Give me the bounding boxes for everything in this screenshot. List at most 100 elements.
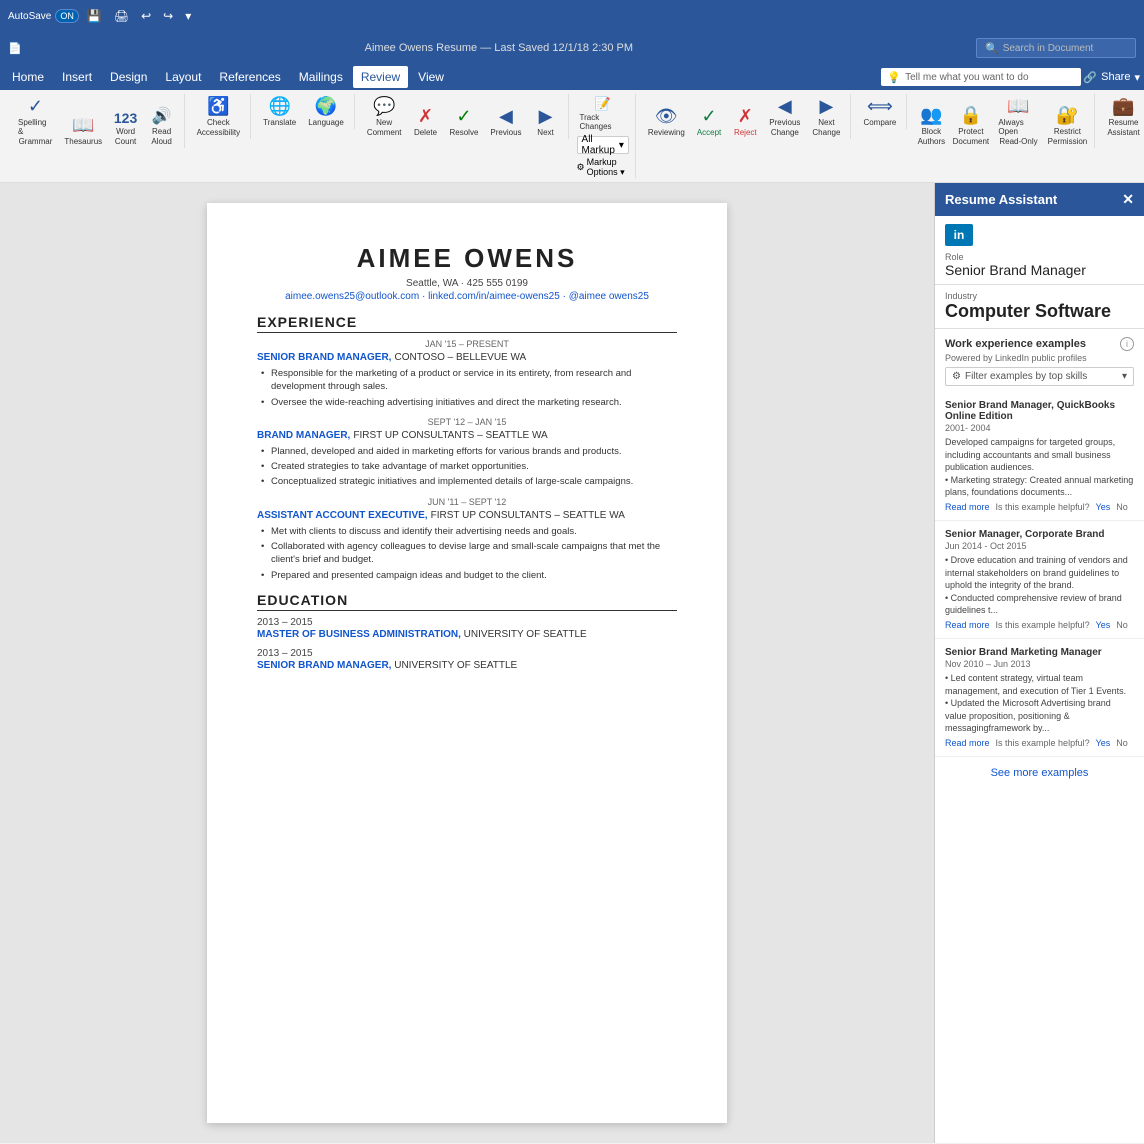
resume-name: AIMEE OWENS xyxy=(257,243,677,274)
experience-section-title: EXPERIENCE xyxy=(257,314,677,333)
menu-layout[interactable]: Layout xyxy=(157,66,209,88)
menu-insert[interactable]: Insert xyxy=(54,66,100,88)
next-comment-btn[interactable]: ▶ Next xyxy=(530,104,562,139)
job2-bullet1: Planned, developed and aided in marketin… xyxy=(271,445,677,458)
job3-title: ASSISTANT ACCOUNT EXECUTIVE, xyxy=(257,510,428,521)
menu-references[interactable]: References xyxy=(211,66,288,88)
customize-icon[interactable]: ▾ xyxy=(181,7,195,25)
job1-company: CONTOSO – BELLEVUE WA xyxy=(395,352,527,363)
new-comment-btn[interactable]: 💬 New Comment xyxy=(363,94,406,139)
job1-title: SENIOR BRAND MANAGER, xyxy=(257,352,391,363)
exp-card-2-read-more[interactable]: Read more xyxy=(945,620,990,630)
resume-assistant-ribbon-btn[interactable]: 💼 Resume Assistant xyxy=(1103,94,1143,139)
job3-company: FIRST UP CONSULTANTS – SEATTLE WA xyxy=(431,510,625,521)
track-changes-btn[interactable]: 📝 Track Changes xyxy=(577,94,629,133)
info-icon[interactable]: i xyxy=(1120,337,1134,351)
panel-title: Resume Assistant xyxy=(945,192,1057,207)
compare-group: ⟺ Compare xyxy=(853,94,907,129)
thesaurus-btn[interactable]: 📖 Thesaurus xyxy=(61,113,106,148)
autosave-toggle[interactable]: ON xyxy=(55,9,79,23)
exp-card-3-text: • Led content strategy, virtual team man… xyxy=(945,672,1134,735)
previous-change-btn[interactable]: ◀ Previous Change xyxy=(765,94,804,139)
search-icon: 🔍 xyxy=(985,42,999,55)
exp-card-1: Senior Brand Manager, QuickBooks Online … xyxy=(935,392,1144,521)
exp-card-2-yes[interactable]: Yes xyxy=(1096,620,1111,630)
protect-document-btn[interactable]: 🔒 Protect Document xyxy=(951,103,990,148)
tell-me-input[interactable]: 💡 Tell me what you want to do xyxy=(881,68,1081,86)
menu-view[interactable]: View xyxy=(410,66,452,88)
resume-links: aimee.owens25@outlook.com · linked.com/i… xyxy=(257,291,677,302)
role-value[interactable]: Senior Brand Manager xyxy=(935,262,1144,285)
check-accessibility-btn[interactable]: ♿ Check Accessibility xyxy=(193,94,245,139)
job1-bullet2: Oversee the wide-reaching advertising in… xyxy=(271,396,677,409)
block-authors-btn[interactable]: 👥 Block Authors xyxy=(915,103,947,148)
edu2-years: 2013 – 2015 xyxy=(257,648,677,659)
save-icon[interactable]: 💾 xyxy=(83,7,106,25)
resume-assistant-group: 💼 Resume Assistant xyxy=(1097,94,1144,139)
exp-card-3-yes[interactable]: Yes xyxy=(1096,738,1111,748)
compare-btn[interactable]: ⟺ Compare xyxy=(859,94,900,129)
exp-card-3: Senior Brand Marketing Manager Nov 2010 … xyxy=(935,639,1144,757)
work-exp-header: Work experience examples i xyxy=(935,329,1144,353)
always-open-btn[interactable]: 📖 Always Open Read-Only xyxy=(994,94,1042,148)
resume-location: Seattle, WA · 425 555 0199 xyxy=(257,278,677,289)
search-box[interactable]: 🔍 Search in Document xyxy=(976,38,1136,58)
job1-dates: JAN '15 – PRESENT xyxy=(257,339,677,349)
exp-card-2-helpful: Is this example helpful? xyxy=(996,620,1090,630)
reject-btn[interactable]: ✗ Reject xyxy=(729,104,761,139)
filter-bar[interactable]: ⚙ Filter examples by top skills ▾ xyxy=(945,367,1134,386)
exp-card-1-title: Senior Brand Manager, QuickBooks Online … xyxy=(945,400,1134,422)
exp-card-2-dates: Jun 2014 - Oct 2015 xyxy=(945,541,1134,551)
previous-comment-btn[interactable]: ◀ Previous xyxy=(486,104,525,139)
see-more-btn[interactable]: See more examples xyxy=(935,757,1144,789)
restrict-permission-btn[interactable]: 🔐 Restrict Permission xyxy=(1047,103,1089,148)
panel-header: Resume Assistant ✕ xyxy=(935,183,1144,216)
panel-close-btn[interactable]: ✕ xyxy=(1122,191,1134,208)
edu1-years: 2013 – 2015 xyxy=(257,617,677,628)
language-group: 🌐 Translate 🌍 Language xyxy=(253,94,355,129)
accept-btn[interactable]: ✓ Accept xyxy=(693,104,725,139)
resolve-btn[interactable]: ✓ Resolve xyxy=(446,104,483,139)
menu-design[interactable]: Design xyxy=(102,66,155,88)
exp-card-1-dates: 2001- 2004 xyxy=(945,423,1134,433)
main-area: AIMEE OWENS Seattle, WA · 425 555 0199 a… xyxy=(0,183,1144,1143)
print-icon[interactable]: 🖨 xyxy=(110,7,133,25)
accessibility-group: ♿ Check Accessibility xyxy=(187,94,252,139)
protect-group: 👥 Block Authors 🔒 Protect Document 📖 Alw… xyxy=(909,94,1095,148)
exp-card-1-helpful: Is this example helpful? xyxy=(996,502,1090,512)
spelling-grammar-btn[interactable]: ✓ Spelling & Grammar xyxy=(14,94,57,148)
job3-header: ASSISTANT ACCOUNT EXECUTIVE, FIRST UP CO… xyxy=(257,509,677,521)
menu-review[interactable]: Review xyxy=(353,66,408,88)
share-button[interactable]: 🔗 Share ▾ xyxy=(1083,71,1140,84)
all-markup-dropdown[interactable]: All Markup ▾ xyxy=(577,136,629,154)
translate-btn[interactable]: 🌐 Translate xyxy=(259,94,300,129)
undo-icon[interactable]: ↩ xyxy=(137,7,155,25)
quick-access-toolbar: AutoSave ON 💾 🖨 ↩ ↪ ▾ xyxy=(0,0,1144,32)
markup-options-btn[interactable]: ⚙ Markup Options ▾ xyxy=(577,157,629,178)
ribbon: ✓ Spelling & Grammar 📖 Thesaurus 123 Wor… xyxy=(0,90,1144,183)
job2-bullet2: Created strategies to take advantage of … xyxy=(271,460,677,473)
exp-card-2: Senior Manager, Corporate Brand Jun 2014… xyxy=(935,521,1144,639)
exp-card-3-dates: Nov 2010 – Jun 2013 xyxy=(945,659,1134,669)
powered-by-text: Powered by LinkedIn public profiles xyxy=(935,353,1144,367)
reviewing-btn[interactable]: 👁 Reviewing xyxy=(644,104,689,139)
industry-value[interactable]: Computer Software xyxy=(935,301,1144,329)
filter-chevron: ▾ xyxy=(1122,371,1127,382)
exp-card-2-footer: Read more Is this example helpful? Yes N… xyxy=(945,620,1134,630)
next-change-btn[interactable]: ▶ Next Change xyxy=(808,94,844,139)
autosave-label: AutoSave xyxy=(8,11,51,22)
wordcount-btn[interactable]: 123 Word Count xyxy=(110,108,142,148)
delete-btn[interactable]: ✗ Delete xyxy=(410,104,442,139)
exp-card-1-read-more[interactable]: Read more xyxy=(945,502,990,512)
readaloud-btn[interactable]: 🔊 Read Aloud xyxy=(146,104,178,148)
menu-home[interactable]: Home xyxy=(4,66,52,88)
language-btn[interactable]: 🌍 Language xyxy=(304,94,348,129)
exp-card-3-read-more[interactable]: Read more xyxy=(945,738,990,748)
redo-icon[interactable]: ↪ xyxy=(159,7,177,25)
job1-header: SENIOR BRAND MANAGER, CONTOSO – BELLEVUE… xyxy=(257,351,677,363)
comments-group: 💬 New Comment ✗ Delete ✓ Resolve ◀ Previ… xyxy=(357,94,569,139)
job3-bullet3: Prepared and presented campaign ideas an… xyxy=(271,569,677,582)
menu-mailings[interactable]: Mailings xyxy=(291,66,351,88)
industry-label: Industry xyxy=(935,291,1144,301)
exp-card-1-yes[interactable]: Yes xyxy=(1096,502,1111,512)
